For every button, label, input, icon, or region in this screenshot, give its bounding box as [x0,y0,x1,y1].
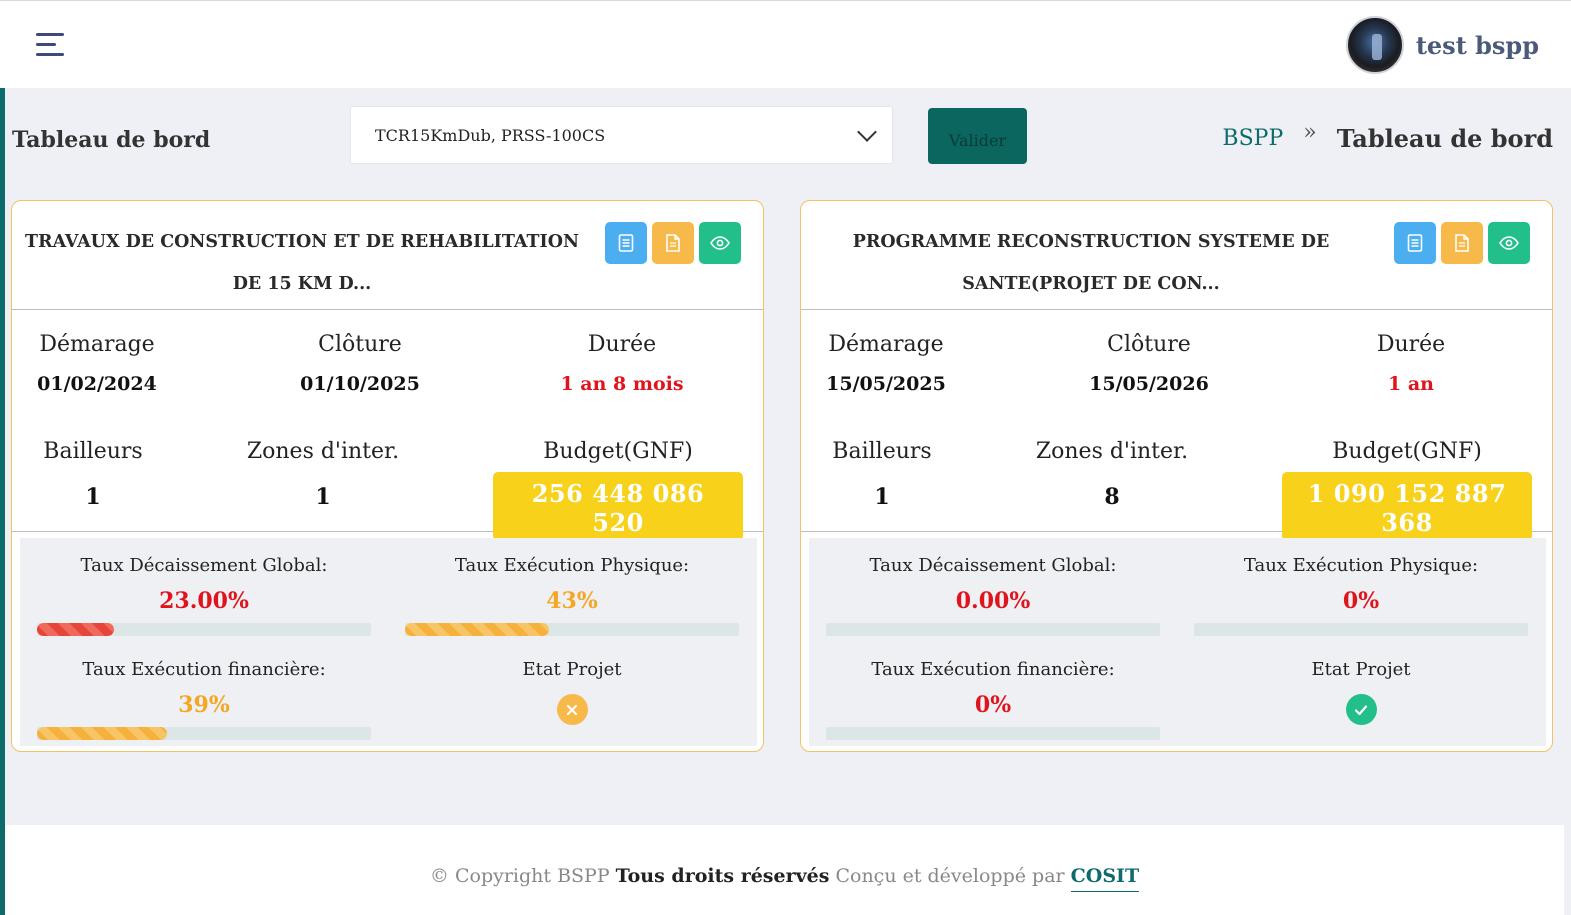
physical-label: Taux Exécution Physique: [454,555,690,576]
check-circle-icon [1345,694,1377,725]
view-project-button[interactable] [1488,222,1530,264]
disbursement-value: 23.00% [159,588,249,614]
username[interactable]: test bspp [1416,31,1539,60]
disbursement-label: Taux Décaissement Global: [80,555,328,576]
duration-value: 1 an [1388,373,1434,395]
footer-designed-by: Conçu et développé par [835,865,1065,887]
footer-brand-link[interactable]: COSIT [1070,865,1140,892]
physical-value: 0% [1342,588,1380,614]
donors-count: 1 [874,484,890,510]
details-list-button[interactable] [1394,222,1436,264]
start-label: Démarage [828,332,944,357]
end-label: Clôture [318,332,402,357]
menu-toggle-icon[interactable] [36,33,64,57]
duration-value: 1 an 8 mois [560,373,684,395]
disbursement-value: 0.00% [955,588,1031,614]
budget-badge: 256 448 086 520 [493,472,743,541]
start-date: 15/05/2025 [826,373,946,395]
details-list-button[interactable] [605,222,647,264]
page-title: Tableau de bord [12,127,211,153]
start-date: 01/02/2024 [37,373,157,395]
eye-icon [1499,236,1519,250]
eye-icon [710,236,730,250]
end-date: 15/05/2026 [1089,373,1209,395]
breadcrumb: BSPP » Tableau de bord [1222,120,1553,153]
donors-label: Bailleurs [832,439,932,464]
breadcrumb-current: Tableau de bord [1336,124,1553,153]
project-card: TRAVAUX DE CONSTRUCTION ET DE REHABILITA… [11,200,764,752]
state-label: Etat Projet [1311,659,1411,680]
project-info: Démarage 15/05/2025 Clôture 15/05/2026 D… [801,310,1552,541]
financial-progress-bar [826,727,1160,740]
file-icon [666,234,680,252]
user-menu[interactable]: test bspp [1345,15,1539,75]
donors-count: 1 [85,484,101,510]
financial-label: Taux Exécution financière: [82,659,326,680]
project-title: PROGRAMME RECONSTRUCTION SYSTEME DE SANT… [852,232,1330,294]
project-select[interactable]: TCR15KmDub, PRSS-100CS [350,106,893,164]
project-select-value: TCR15KmDub, PRSS-100CS [375,125,606,145]
financial-value: 0% [974,692,1012,718]
financial-value: 39% [178,692,230,718]
disbursement-label: Taux Décaissement Global: [869,555,1117,576]
chevron-down-icon [857,122,877,142]
avatar[interactable] [1345,16,1404,74]
footer: © Copyright BSPP Tous droits réservés Co… [5,825,1564,915]
file-icon [1455,234,1469,252]
budget-label: Budget(GNF) [1332,439,1482,464]
financial-label: Taux Exécution financière: [871,659,1115,680]
project-card-header: PROGRAMME RECONSTRUCTION SYSTEME DE SANT… [801,201,1552,310]
zones-label: Zones d'inter. [246,439,400,464]
list-document-icon [618,234,634,252]
project-title: TRAVAUX DE CONSTRUCTION ET DE REHABILITA… [25,232,579,294]
view-project-button[interactable] [699,222,741,264]
footer-rights: Tous droits réservés [615,865,830,887]
zones-count: 8 [1104,484,1120,510]
project-rates-panel: Taux Décaissement Global: 23.00% Taux Ex… [20,538,757,746]
list-document-icon [1407,234,1423,252]
report-file-button[interactable] [1441,222,1483,264]
physical-progress-bar [405,623,739,636]
footer-copyright: © Copyright BSPP [429,865,610,887]
physical-label: Taux Exécution Physique: [1243,555,1479,576]
duration-label: Durée [587,332,657,357]
top-navbar: test bspp [0,0,1571,88]
breadcrumb-separator-icon: » [1303,120,1317,145]
report-file-button[interactable] [652,222,694,264]
zones-count: 1 [315,484,331,510]
budget-badge: 1 090 152 887 368 [1282,472,1532,541]
disbursement-progress-bar [37,623,371,636]
budget-label: Budget(GNF) [543,439,693,464]
financial-progress-bar [37,727,371,740]
project-card: PROGRAMME RECONSTRUCTION SYSTEME DE SANT… [800,200,1553,752]
zones-label: Zones d'inter. [1035,439,1189,464]
start-label: Démarage [39,332,155,357]
donors-label: Bailleurs [43,439,143,464]
physical-value: 43% [546,588,598,614]
validate-button[interactable]: Valider [928,108,1027,164]
sidebar-accent-strip [0,88,5,915]
disbursement-progress-bar [826,623,1160,636]
x-circle-icon [556,694,588,725]
end-label: Clôture [1107,332,1191,357]
project-rates-panel: Taux Décaissement Global: 0.00% Taux Exé… [809,538,1546,746]
physical-progress-bar [1194,623,1528,636]
end-date: 01/10/2025 [300,373,420,395]
project-info: Démarage 01/02/2024 Clôture 01/10/2025 D… [12,310,763,541]
duration-label: Durée [1376,332,1446,357]
state-label: Etat Projet [522,659,622,680]
project-card-header: TRAVAUX DE CONSTRUCTION ET DE REHABILITA… [12,201,763,310]
breadcrumb-home-link[interactable]: BSPP [1222,126,1283,151]
